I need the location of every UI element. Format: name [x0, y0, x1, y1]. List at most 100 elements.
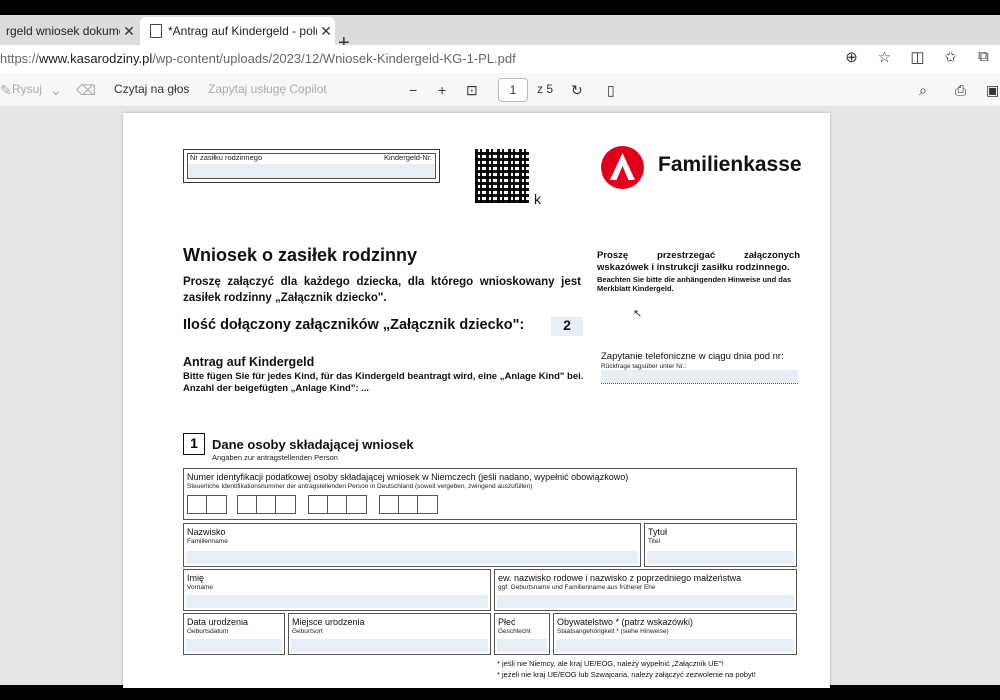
- footnote-eu: * jeśli nie Niemcy, ale kraj UE/EOG, nal…: [497, 659, 724, 668]
- input-area[interactable]: [186, 551, 638, 564]
- print-icon[interactable]: ⎙: [955, 82, 966, 99]
- field-label-de: Geburtsdatum: [187, 628, 229, 635]
- input-area[interactable]: [497, 639, 547, 652]
- intro-text: Proszę załączyć dla każdego dziecka, dla…: [183, 276, 581, 304]
- attachment-count-input[interactable]: 2: [551, 317, 583, 336]
- input-area[interactable]: [291, 639, 488, 652]
- field-label: Tytuł: [648, 527, 668, 537]
- birth-name-field[interactable]: ew. nazwisko rodowe i nazwisko z poprzed…: [494, 569, 797, 611]
- field-label: Data urodzenia: [187, 617, 249, 627]
- barcode-suffix: k: [534, 191, 541, 207]
- zoom-out-icon[interactable]: −: [409, 82, 417, 98]
- fit-page-icon[interactable]: ⊡: [466, 82, 478, 99]
- input-area[interactable]: [188, 164, 435, 178]
- field-label: Płeć: [498, 617, 516, 627]
- instructions-de: Beachten Sie bitte die anhängenden Hinwe…: [597, 275, 792, 294]
- url-text[interactable]: https://www.kasarodziny.pl/wp-content/up…: [0, 51, 516, 66]
- phone-label-de: Rückfrage tagsüber unter Nr.:: [601, 363, 687, 370]
- tax-id-group-1[interactable]: [187, 495, 227, 514]
- logo-text: Familienkasse: [658, 153, 802, 176]
- tab-wniosek[interactable]: rgeld wniosek dokumenty ✕: [0, 17, 138, 45]
- pdf-viewer[interactable]: Nr zasiłku rodzinnego Kindergeld-Nr. k F…: [0, 107, 1000, 688]
- phone-input[interactable]: [601, 370, 798, 384]
- input-area[interactable]: [186, 639, 282, 652]
- eraser-icon[interactable]: ⌫: [76, 82, 96, 99]
- url-path: /wp-content/uploads/2023/12/Wniosek-Kind…: [152, 51, 516, 66]
- document-icon: [150, 24, 162, 38]
- draw-icon[interactable]: ✎: [0, 82, 12, 99]
- field-label: Nr zasiłku rodzinnego: [190, 153, 263, 162]
- surname-field[interactable]: Nazwisko Familienname: [183, 523, 641, 567]
- field-label-de: Geburtsort: [292, 628, 323, 635]
- field-label-de: Vorname: [187, 584, 214, 591]
- draw-button[interactable]: Rysuj: [12, 82, 42, 96]
- tab-bar: rgeld wniosek dokumenty ✕ *Antrag auf Ki…: [0, 15, 1000, 54]
- phone-label: Zapytanie telefoniczne w ciągu dnia pod …: [601, 351, 784, 362]
- page-number-input[interactable]: 1: [498, 78, 528, 102]
- close-icon[interactable]: ✕: [120, 23, 138, 40]
- zoom-in-icon[interactable]: +: [438, 82, 446, 98]
- field-label: Obywatelstwo * (patrz wskazówki): [557, 617, 694, 627]
- url-host: www.kasarodziny.pl: [39, 51, 153, 66]
- tax-id-group-4[interactable]: [379, 495, 438, 514]
- section-number: 1: [183, 433, 205, 455]
- form-title: Wniosek o zasiłek rodzinny: [183, 245, 418, 265]
- field-label: Imię: [187, 573, 205, 583]
- section-subtitle: Angaben zur antragstellenden Person: [212, 453, 338, 462]
- favorite-star-icon[interactable]: ☆: [868, 48, 901, 66]
- barcode-image: [475, 149, 529, 203]
- citizenship-field[interactable]: Obywatelstwo * (patrz wskazówki) Staatsa…: [553, 613, 797, 655]
- tax-id-group-3[interactable]: [308, 495, 367, 514]
- copilot-button[interactable]: Zapytaj usługę Copilot: [208, 82, 327, 96]
- page-count: z 5: [537, 82, 554, 96]
- tax-id-group-2[interactable]: [237, 495, 296, 514]
- kindergeld-number-field[interactable]: Nr zasiłku rodzinnego Kindergeld-Nr.: [183, 149, 440, 183]
- input-area[interactable]: [556, 639, 794, 652]
- familienkasse-logo-icon: [601, 146, 644, 189]
- field-label: Miejsce urodzenia: [292, 617, 365, 627]
- close-icon[interactable]: ✕: [317, 23, 335, 40]
- page-view-icon[interactable]: ▯: [607, 82, 615, 99]
- read-aloud-button[interactable]: Czytaj na głos: [114, 82, 189, 96]
- field-label-de: Geschlecht: [498, 628, 531, 635]
- footnote-non-eu: * jeżeli nie kraj UE/EOG lub Szwajcaria,…: [497, 670, 756, 679]
- rotate-icon[interactable]: ↻: [571, 82, 583, 99]
- field-label-de: Staatsangehörigkeit * (siehe Hinweise): [557, 628, 669, 635]
- tab-antrag[interactable]: *Antrag auf Kindergeld - polnisc ✕: [140, 17, 335, 45]
- favorites-icon[interactable]: ✩: [934, 48, 967, 66]
- field-label-de: Familienname: [187, 538, 228, 545]
- tab-title: *Antrag auf Kindergeld - polnisc: [168, 24, 317, 38]
- pdf-toolbar: ✎ Rysuj ⌄ ⌫ Czytaj na głos Zapytaj usług…: [0, 73, 1000, 107]
- collections-icon[interactable]: ⧉: [967, 48, 1000, 66]
- chevron-down-icon[interactable]: ⌄: [50, 82, 62, 99]
- input-area[interactable]: [186, 595, 488, 608]
- german-title: Antrag auf Kindergeld: [183, 355, 315, 369]
- german-text: Bitte fügen Sie für jedes Kind, für das …: [183, 371, 584, 395]
- instructions-pl: Proszę przestrzegać załączonych wskazówe…: [597, 250, 800, 274]
- input-area[interactable]: [497, 595, 794, 608]
- field-label: Numer identyfikacji podatkowej osoby skł…: [187, 472, 629, 482]
- search-icon[interactable]: ⌕: [919, 82, 927, 99]
- date-of-birth-field[interactable]: Data urodzenia Geburtsdatum: [183, 613, 285, 655]
- tab-title: rgeld wniosek dokumenty: [6, 24, 120, 38]
- place-of-birth-field[interactable]: Miejsce urodzenia Geburtsort: [288, 613, 491, 655]
- field-label-de: Titel: [648, 538, 661, 545]
- save-icon[interactable]: ▣: [986, 82, 999, 99]
- field-label-de: Kindergeld-Nr.: [384, 153, 432, 162]
- input-area[interactable]: [647, 551, 794, 564]
- mouse-cursor-icon: ↖: [633, 308, 643, 320]
- field-label-de: Steuerliche Identifikationsnummer der an…: [187, 483, 533, 490]
- first-name-field[interactable]: Imię Vorname: [183, 569, 491, 611]
- attachment-count-label: Ilość dołączony załączników „Załącznik d…: [183, 317, 525, 333]
- address-icons: ⊕ ☆ ◫ ✩ ⧉: [835, 48, 1000, 66]
- url-prefix: https://: [0, 51, 40, 66]
- split-screen-icon[interactable]: ◫: [901, 48, 934, 66]
- address-bar[interactable]: https://www.kasarodziny.pl/wp-content/up…: [0, 45, 1000, 73]
- field-label-de: ggf. Geburtsname und Familienname aus fr…: [498, 584, 656, 591]
- zoom-icon[interactable]: ⊕: [835, 48, 868, 66]
- screen: rgeld wniosek dokumenty ✕ *Antrag auf Ki…: [0, 0, 1000, 700]
- title-field[interactable]: Tytuł Titel: [644, 523, 797, 567]
- sex-field[interactable]: Płeć Geschlecht: [494, 613, 550, 655]
- field-label: ew. nazwisko rodowe i nazwisko z poprzed…: [498, 573, 742, 583]
- pdf-page: Nr zasiłku rodzinnego Kindergeld-Nr. k F…: [123, 113, 830, 688]
